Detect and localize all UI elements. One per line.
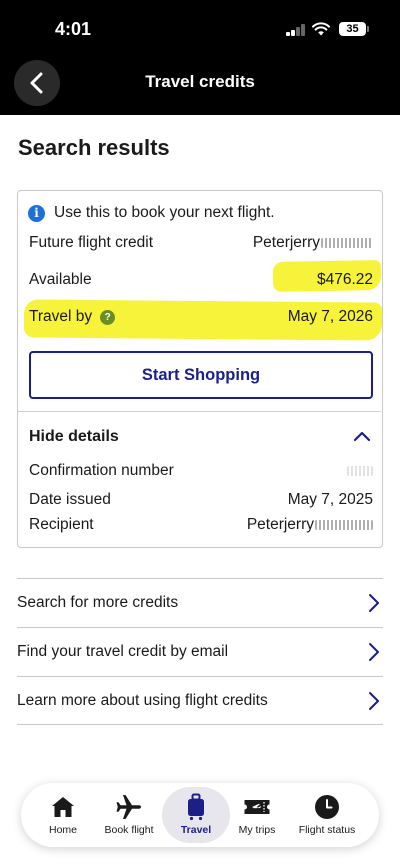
tab-book-flight[interactable]: Book flight [99,783,159,847]
recipient-label: Recipient [29,516,94,533]
link-label: Find your travel credit by email [17,643,229,660]
bottom-tab-bar: Home Book flight Travel My trips Flight … [21,783,379,847]
hide-details-toggle[interactable]: Hide details [29,428,119,446]
tab-home[interactable]: Home [35,783,91,847]
tab-label: Flight status [298,824,356,836]
info-text: Use this to book your next flight. [54,204,275,221]
tab-my-trips[interactable]: My trips [231,783,283,847]
recipient-row: Recipient Peterjerry [29,516,373,536]
clock-icon [315,795,339,819]
chevron-right-icon [369,594,379,612]
tab-label: Travel [180,824,212,836]
travel-by-row: Travel by? May 7, 2026 [29,308,373,328]
available-value: $476.22 [316,271,373,288]
available-label: Available [29,271,92,288]
tab-label: My trips [238,824,276,836]
chevron-up-icon[interactable] [352,427,372,447]
confirmation-row: Confirmation number [29,462,373,482]
link-label: Learn more about using flight credits [17,691,268,709]
luggage-icon [188,793,204,821]
future-credit-row: Future flight credit Peterjerry [29,234,373,254]
confirmation-label: Confirmation number [29,462,174,479]
travel-by-value: May 7, 2026 [287,308,373,325]
find-credit-by-email-link[interactable]: Find your travel credit by email [17,627,383,676]
tab-label: Home [48,824,77,836]
page-title: Search results [18,135,170,160]
help-icon[interactable]: ? [100,310,116,325]
home-icon [52,797,74,817]
recipient-value: Peterjerry [247,516,373,534]
tab-label: Book flight [104,824,154,836]
header-title: Travel credits [145,72,255,91]
link-label: Search for more credits [17,594,179,611]
date-issued-label: Date issued [29,491,111,508]
credit-links-list: Search for more credits Find your travel… [17,578,383,725]
travel-credit-card: i Use this to book your next flight. Fut… [17,190,383,548]
tab-flight-status[interactable]: Flight status [292,783,362,847]
info-banner: i Use this to book your next flight. [28,204,275,222]
chevron-right-icon [369,692,379,710]
chevron-right-icon [369,643,379,661]
date-issued-value: May 7, 2025 [287,491,373,508]
start-shopping-button[interactable]: Start Shopping [29,351,373,399]
available-row: Available $476.22 [29,271,373,291]
info-icon: i [28,204,45,222]
future-credit-value: Peterjerry [253,234,373,252]
redacted-mark [315,519,373,530]
status-time: 4:01 [55,19,92,39]
future-credit-label: Future flight credit [29,234,154,251]
top-bar: 4:01 35 Travel credits [0,0,400,115]
ticket-icon [244,800,270,814]
redacted-mark [321,237,373,248]
date-issued-row: Date issued May 7, 2025 [29,491,373,511]
learn-more-credits-link[interactable]: Learn more about using flight credits [17,676,383,725]
battery-icon: 35 [339,22,369,36]
travel-by-label: Travel by? [29,308,116,326]
wifi-icon [312,22,330,36]
redacted-mark [347,465,373,476]
airplane-icon [116,795,141,819]
status-bar: 4:01 35 [0,0,400,58]
confirmation-value [347,462,373,480]
divider [18,411,381,412]
search-more-credits-link[interactable]: Search for more credits [17,578,383,627]
cellular-signal-icon [286,24,306,36]
tab-travel[interactable]: Travel [166,783,226,847]
